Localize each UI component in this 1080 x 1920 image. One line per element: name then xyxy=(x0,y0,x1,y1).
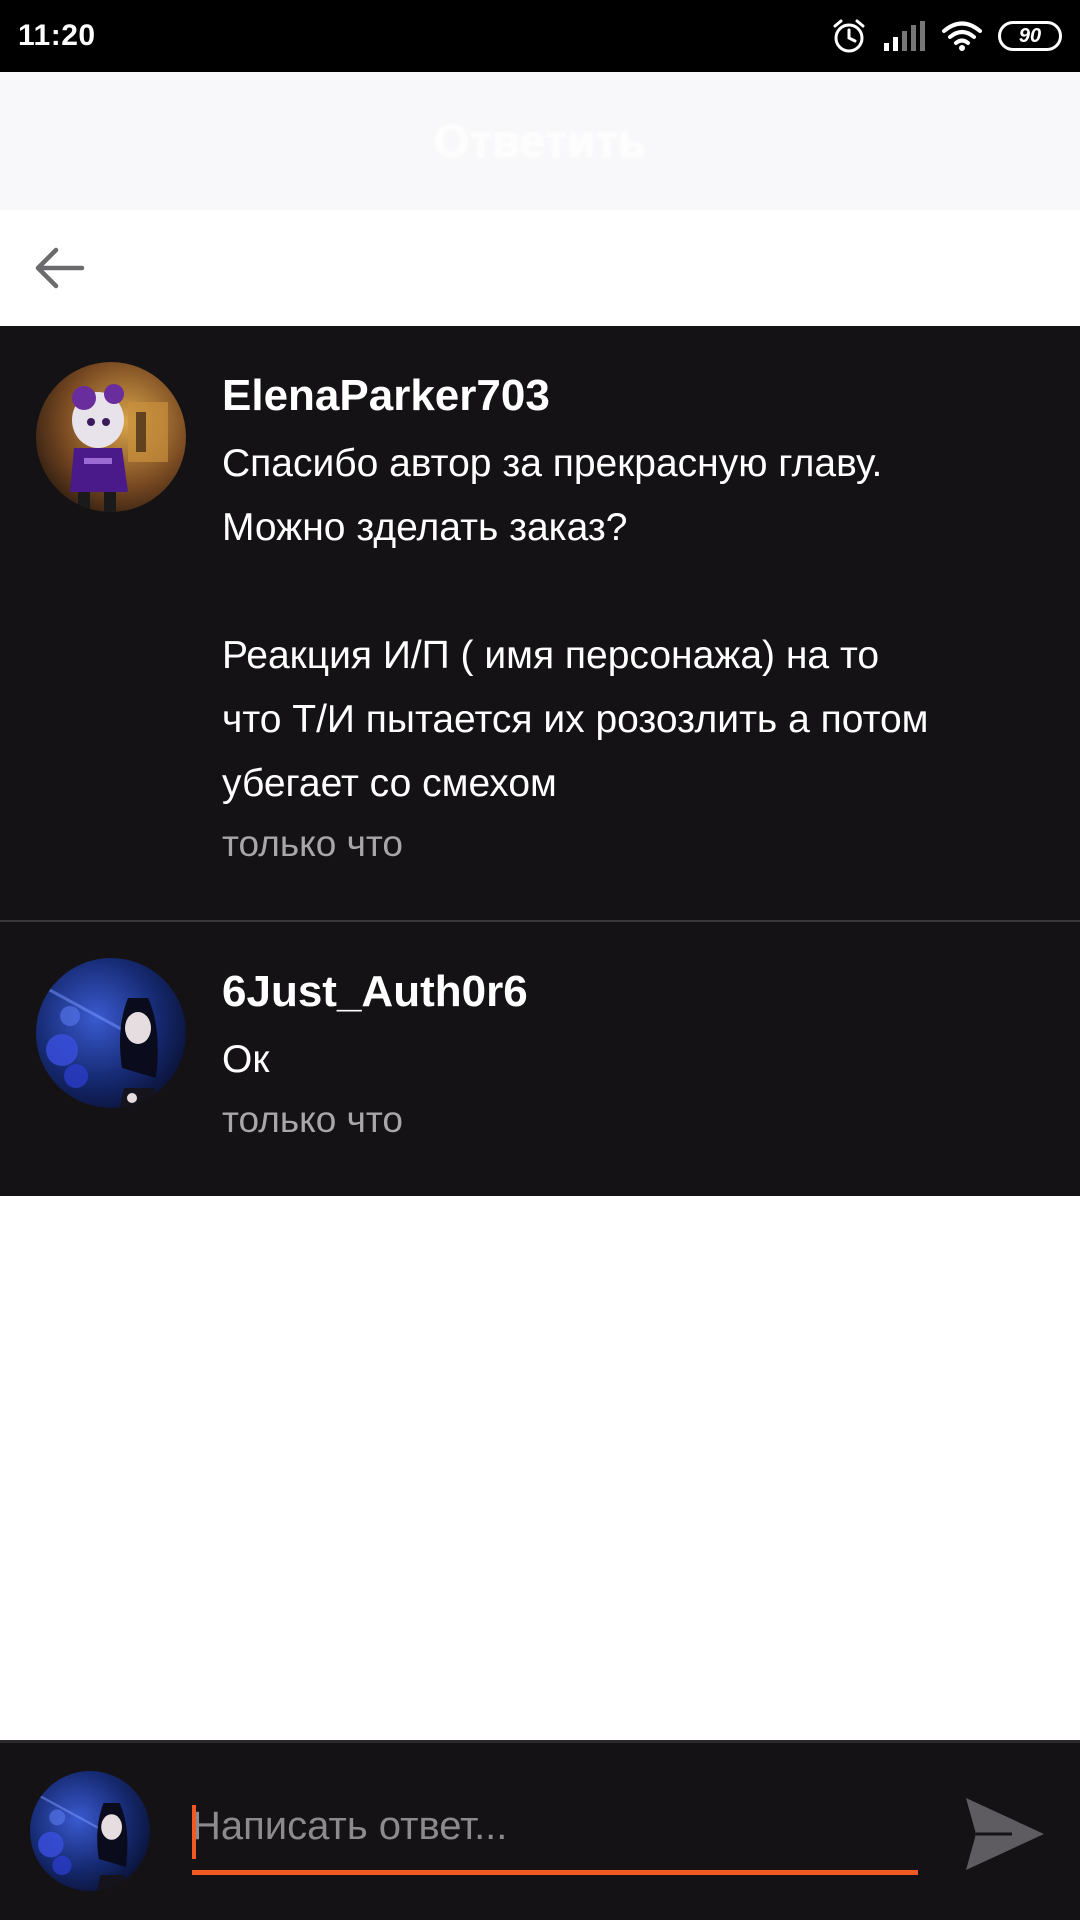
comment-time: только что xyxy=(222,823,404,864)
comment-list: ElenaParker703 Спасибо автор за прекрасн… xyxy=(0,326,1080,1196)
send-icon xyxy=(966,1798,1044,1870)
wifi-icon xyxy=(942,20,982,52)
status-bar: 11:20 90 xyxy=(0,0,1080,72)
status-icons: 90 xyxy=(830,17,1062,55)
alarm-icon xyxy=(830,17,868,55)
page-title: Ответить xyxy=(433,115,647,167)
reply-bar xyxy=(0,1740,1080,1920)
status-time: 11:20 xyxy=(18,19,96,52)
signal-icon xyxy=(884,21,926,51)
avatar[interactable] xyxy=(36,362,186,512)
header-bar: Ответить xyxy=(0,72,1080,210)
comment-time: только что xyxy=(222,1099,404,1140)
reply-input[interactable] xyxy=(192,1783,918,1870)
comment-item[interactable]: 6Just_Auth0r6 Ок только что xyxy=(0,920,1080,1196)
battery-icon: 90 xyxy=(998,21,1062,51)
toolbar xyxy=(0,210,1080,326)
comment-text: Ок xyxy=(222,1038,270,1081)
comment-item[interactable]: ElenaParker703 Спасибо автор за прекрасн… xyxy=(0,326,1080,920)
comment-username[interactable]: ElenaParker703 xyxy=(222,364,1040,428)
avatar xyxy=(30,1771,150,1891)
reply-field xyxy=(192,1783,918,1875)
text-caret xyxy=(192,1805,196,1859)
send-button[interactable] xyxy=(958,1787,1052,1881)
avatar[interactable] xyxy=(36,958,186,1108)
arrow-left-icon xyxy=(35,247,85,289)
back-button[interactable] xyxy=(30,238,90,298)
comment-text: Спасибо автор за прекрасную главу. Можно… xyxy=(222,442,929,805)
comment-username[interactable]: 6Just_Auth0r6 xyxy=(222,960,1040,1024)
